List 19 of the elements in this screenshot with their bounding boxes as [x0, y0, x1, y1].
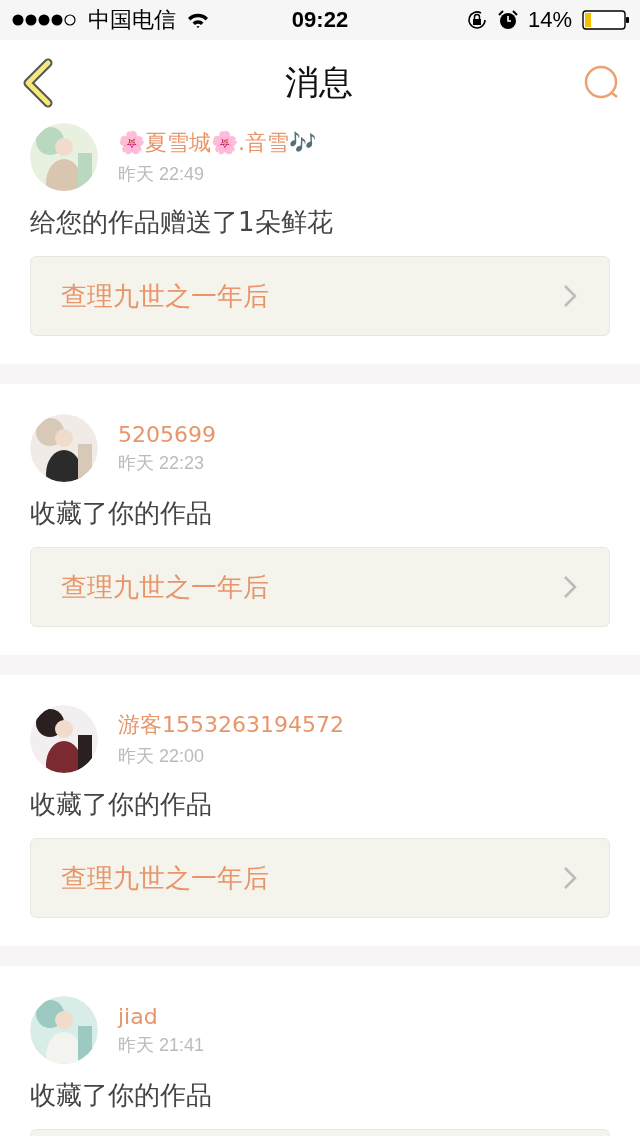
message-text: 收藏了你的作品: [30, 497, 212, 530]
message-text: 收藏了你的作品: [30, 788, 212, 821]
message-time: 昨天 22:49: [118, 163, 206, 186]
work-link[interactable]: 查理九世之一年后: [30, 256, 610, 336]
carrier-name: 中国电信: [88, 6, 176, 34]
message-time: 昨天 22:23: [118, 451, 206, 475]
work-link[interactable]: 查理九世之一年后: [30, 838, 610, 918]
work-link[interactable]: 查理九世之一年后: [30, 547, 610, 627]
status-time: 09:22: [291, 7, 349, 33]
message-time: 昨天 21:41: [118, 1033, 205, 1057]
message-time: 昨天 22:00: [118, 745, 206, 768]
page-title: 消息: [285, 61, 353, 104]
message-text: 给您的作品赠送了1朵鲜花: [30, 206, 333, 239]
user-name[interactable]: 游客1553263194572: [118, 710, 344, 740]
user-name[interactable]: jiad: [118, 1003, 205, 1029]
user-name[interactable]: 🌸夏雪城🌸.音雪🎶: [118, 128, 316, 158]
battery-percent: 14%: [527, 7, 572, 33]
message-text: 收藏了你的作品: [30, 1079, 212, 1112]
user-name[interactable]: 5205699: [118, 421, 216, 447]
